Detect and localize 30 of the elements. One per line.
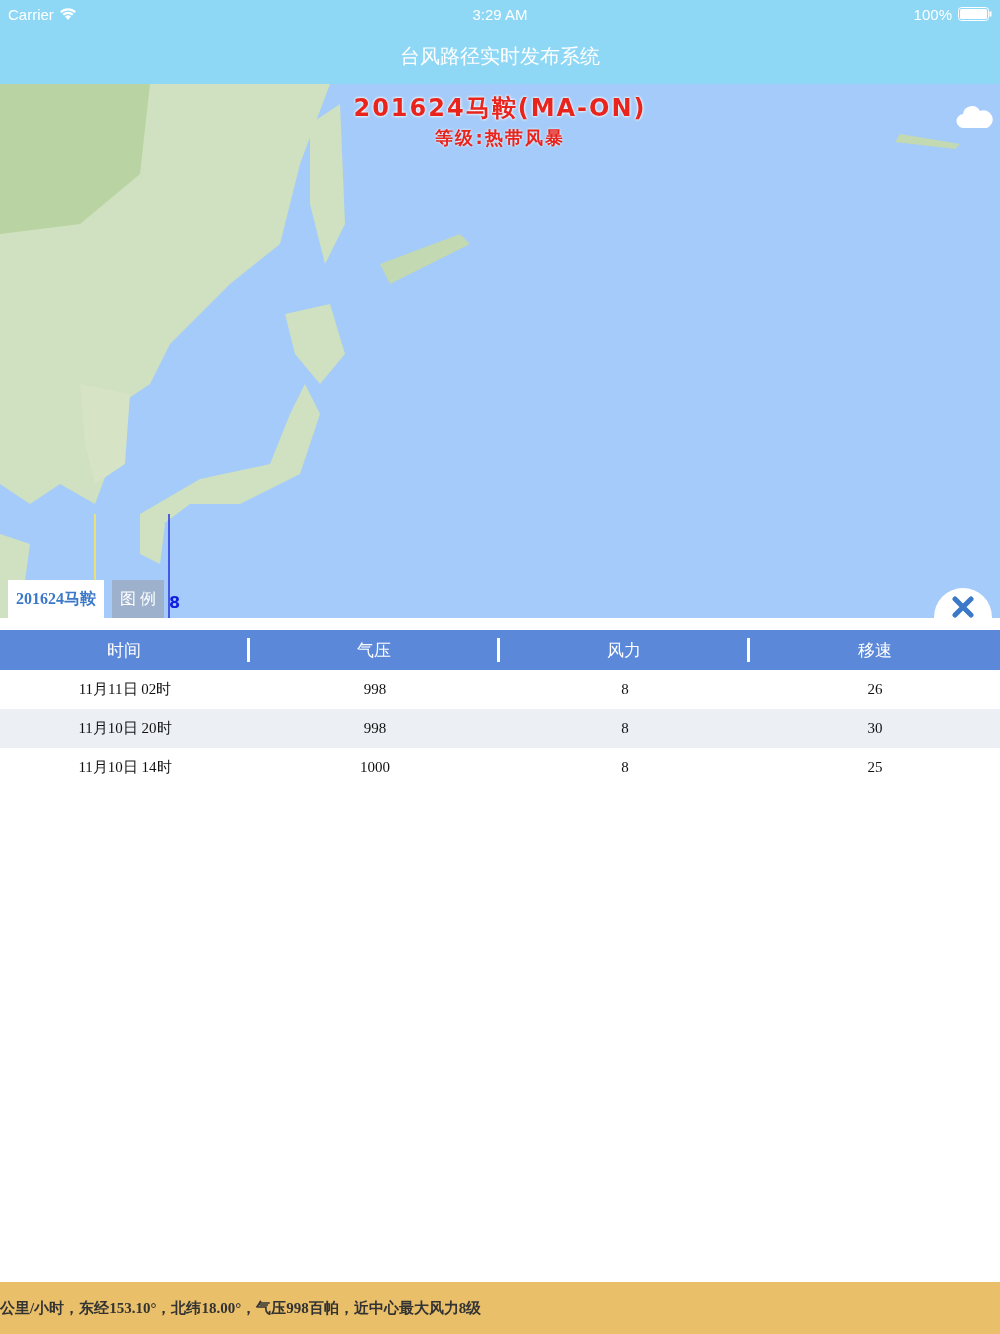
table-cell-text: 11月10日 14时 [77,758,173,777]
battery-icon [958,7,992,21]
track-label: 8 [169,593,181,612]
table-cell-text: 8 [620,720,630,737]
table-cell-text: 8 [620,759,630,776]
wifi-icon [59,8,76,20]
table-cell-text: 998 [362,720,388,737]
typhoon-title: 201624马鞍(MA-ON) [353,93,647,124]
map-tab[interactable]: 图 例 [112,580,164,618]
column-header[interactable]: 气压 [250,638,500,662]
table-cell-text: 30 [866,720,884,737]
typhoon-grade: 等级:热带风暴 [435,126,565,150]
table-cell-text: 25 [866,759,884,776]
clock: 3:29 AM [472,5,528,23]
table-cell-text: 1000 [359,759,391,776]
table-cell-text: 11月10日 20时 [77,719,173,738]
table-cell-text: 998 [362,681,388,698]
table-cell-text: 8 [620,681,630,698]
close-icon [952,596,974,618]
column-header[interactable]: 风力 [500,638,750,662]
column-header[interactable]: 时间 [0,638,250,662]
carrier-label: Carrier [8,5,54,23]
table-cell-text: 11月11日 02时 [77,680,173,699]
table-cell-text: 26 [866,681,884,698]
app-title: 台风路径实时发布系统 [400,42,600,70]
table-row[interactable]: 11月10日 20时 998 8 30 [0,709,1000,748]
battery-percent: 100% [913,5,952,23]
map-tab[interactable]: 201624马鞍 [8,580,104,618]
ticker-text: 公里/小时，东经153.10°，北纬18.00°，气压998百帕，近中心最大风力8级 [0,1298,482,1318]
column-header[interactable]: 移速 [750,638,1000,662]
